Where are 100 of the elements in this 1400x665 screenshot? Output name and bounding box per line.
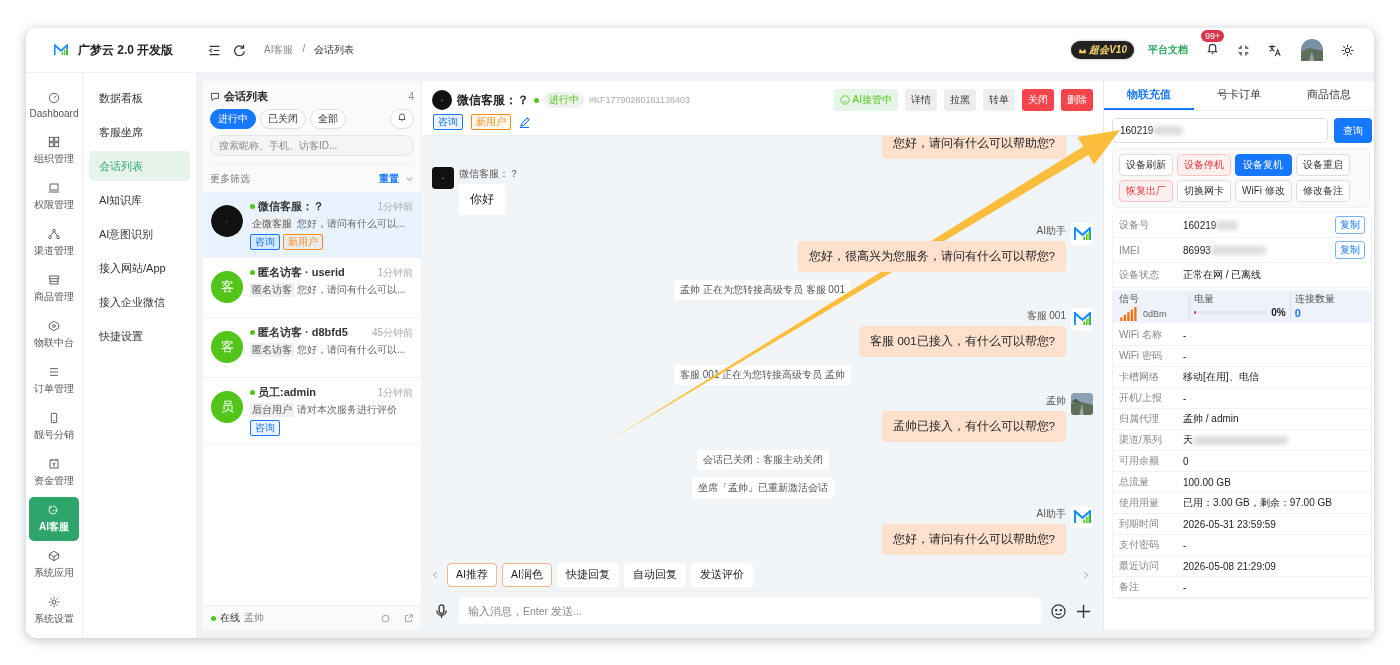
avatar: 员 [211, 391, 243, 423]
source-tag: 后台用户 [250, 403, 294, 417]
nav-rail-item[interactable]: 资金管理 [29, 451, 79, 495]
field-value: 正常在网 / 已离线 [1183, 268, 1262, 282]
status-tag: 进行中 [544, 92, 584, 108]
device-action-button[interactable]: 设备重启 [1295, 154, 1350, 176]
tag: 新用户 [471, 114, 511, 130]
refresh-icon[interactable] [233, 43, 246, 57]
message-preview: 您好，请问有什么可以... [297, 217, 406, 231]
chat-title: 微信客服：？ [457, 91, 529, 109]
quick-action-button[interactable]: AI推荐 [447, 563, 497, 587]
action-button[interactable]: 删除 [1061, 89, 1093, 111]
field-label: 归属代理 [1119, 412, 1160, 426]
message-bubble: 孟帅已接入，有什么可以帮您? [881, 411, 1066, 442]
nav-rail-item[interactable]: 靓号分销 [29, 405, 79, 449]
message-input[interactable]: 输入消息，Enter 发送... [459, 598, 1041, 624]
field-label: 总流量 [1119, 475, 1150, 489]
logo-icon [1073, 227, 1091, 241]
avatar: 客 [211, 331, 243, 363]
filter-tab[interactable]: 已关闭 [260, 109, 306, 129]
settings-icon[interactable] [1341, 43, 1354, 57]
nav-rail-item[interactable]: 物联中台 [29, 313, 79, 357]
message-bubble: 您好，请问有什么可以帮助您? [881, 136, 1066, 159]
nav-rail-item[interactable]: 组织管理 [29, 129, 79, 173]
nav-rail-item[interactable]: 权限管理 [29, 175, 79, 219]
source-tag: 匿名访客 [250, 343, 294, 357]
microphone-icon[interactable] [434, 603, 449, 619]
filter-tab[interactable]: 进行中 [210, 109, 256, 129]
action-button[interactable]: 关闭 [1022, 89, 1054, 111]
session-item[interactable]: 客 匿名访客 · d8bfd5 45分钟前 匿名访客 您好，请问有什么可以... [203, 318, 421, 378]
field-label: 卡槽网络 [1119, 370, 1160, 384]
logo-icon [1073, 312, 1091, 326]
filter-tab[interactable]: 全部 [310, 109, 346, 129]
nav-rail-item[interactable]: 商品管理 [29, 267, 79, 311]
status-dot [211, 615, 216, 621]
submenu-item[interactable]: AI知识库 [89, 185, 190, 215]
submenu-item[interactable]: 数据看板 [89, 83, 190, 113]
copy-button[interactable]: 复制 [1335, 241, 1365, 259]
copy-button[interactable]: 复制 [1335, 216, 1365, 234]
device-action-button[interactable]: 恢复出厂 [1119, 180, 1173, 202]
query-button[interactable]: 查询 [1334, 118, 1372, 143]
bell-button[interactable] [390, 109, 414, 129]
device-action-button[interactable]: 设备复机 [1235, 154, 1292, 176]
sender-name: 微信客服：？ [459, 167, 519, 181]
plus-icon[interactable] [1076, 603, 1091, 619]
fullscreen-icon[interactable] [1237, 43, 1250, 57]
source-tag: 企微客服 [250, 217, 294, 231]
session-item[interactable]: 微信客服：？ 1分钟前 企微客服 您好，请问有什么可以... 咨询 新用户 [203, 192, 421, 258]
status-dot [534, 97, 539, 103]
device-action-button[interactable]: 切换网卡 [1177, 180, 1231, 202]
tag: 咨询 [250, 234, 280, 250]
bell-icon[interactable] [1206, 42, 1219, 55]
submenu-item[interactable]: 接入网站/App [89, 253, 190, 283]
session-item[interactable]: 客 匿名访客 · userid 1分钟前 匿名访客 您好，请问有什么可以... [203, 258, 421, 318]
translate-icon[interactable] [1268, 43, 1281, 57]
nav-rail-item[interactable]: Dashboard [29, 83, 79, 127]
message-preview: 请对本次服务进行评价 [297, 403, 397, 417]
device-action-button[interactable]: 设备停机 [1177, 154, 1231, 176]
tag: 咨询 [433, 114, 463, 130]
breadcrumb-item: 会话列表 [314, 43, 355, 57]
sender-name: 孟帅 [1046, 394, 1066, 408]
panel-tab[interactable]: 商品信息 [1284, 81, 1374, 110]
submenu-item[interactable]: 客服坐席 [89, 117, 190, 147]
submenu-item[interactable]: AI意图识别 [89, 219, 190, 249]
nav-icon [48, 228, 60, 240]
chat-icon [210, 91, 220, 102]
device-search-field[interactable]: 160219 [1112, 118, 1328, 143]
quick-action-button[interactable]: 自动回复 [623, 563, 686, 587]
nav-rail-item[interactable]: 渠道管理 [29, 221, 79, 265]
device-action-button[interactable]: 设备刷新 [1119, 154, 1173, 176]
search-field[interactable]: 搜索昵称、手机、访客ID... [210, 135, 414, 156]
time-label: 45分钟前 [371, 325, 413, 340]
emoji-icon[interactable] [1051, 603, 1066, 619]
system-message: 孟帅 正在为您转接高级专员 客服 001 [674, 280, 851, 300]
logo-icon [54, 44, 68, 56]
quick-action-button[interactable]: 快捷回复 [556, 563, 619, 587]
action-button[interactable]: 详情 [905, 89, 937, 111]
submenu-item[interactable]: 快捷设置 [89, 321, 190, 351]
edit-icon[interactable] [519, 116, 530, 128]
sender-name: AI助手 [1036, 507, 1066, 521]
nav-rail-item[interactable]: 系统应用 [29, 543, 79, 587]
quick-action-button[interactable]: AI润色 [501, 563, 552, 587]
action-button[interactable]: 转单 [983, 89, 1015, 111]
field-value: 0 [1183, 455, 1189, 467]
panel-tab[interactable]: 号卡订单 [1194, 81, 1284, 110]
session-item[interactable]: 员 员工:admin 1分钟前 后台用户 请对本次服务进行评价 咨询 [203, 378, 421, 444]
breadcrumb-item[interactable]: AI客服 [264, 43, 294, 57]
nav-rail-item[interactable]: 订单管理 [29, 359, 79, 403]
message-bubble: 您好，很高兴为您服务，请问有什么可以帮您? [797, 241, 1066, 272]
device-action-button[interactable]: WiFi 修改 [1235, 180, 1292, 202]
field-value: 86993 [1183, 244, 1211, 256]
nav-icon [48, 182, 60, 194]
menu-collapse-icon[interactable] [208, 43, 221, 57]
device-action-button[interactable]: 修改备注 [1295, 180, 1350, 202]
panel-tab[interactable]: 物联充值 [1104, 81, 1194, 110]
quick-action-button[interactable]: 发送评价 [690, 563, 753, 587]
nav-rail-item[interactable]: 系统设置 [29, 589, 79, 633]
submenu-item[interactable]: 接入企业微信 [89, 287, 190, 317]
action-button[interactable]: 拉黑 [944, 89, 976, 111]
reset-link[interactable]: 重置 [379, 172, 399, 186]
